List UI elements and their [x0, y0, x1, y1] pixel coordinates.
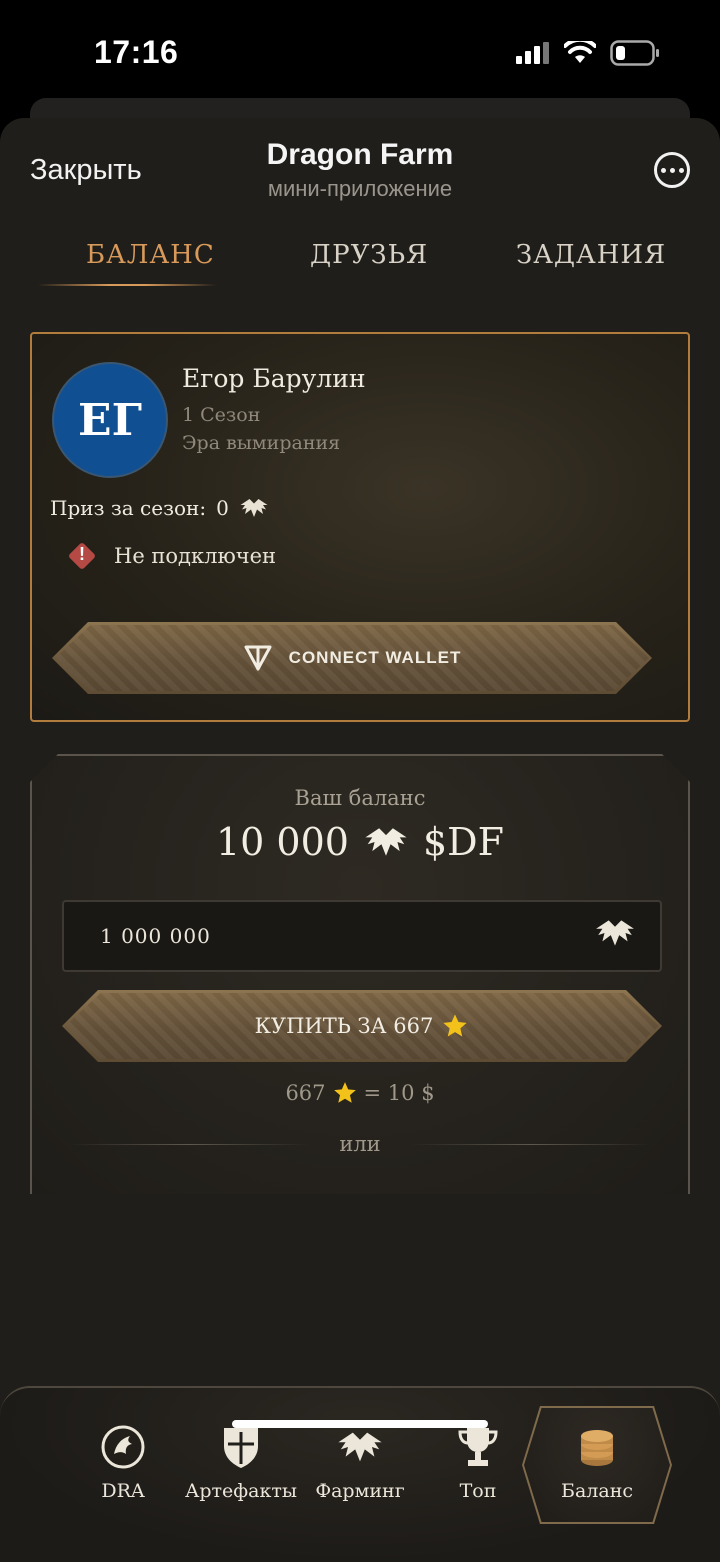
nav-label-artifacts: Артефакты	[184, 1480, 297, 1502]
nav-label-dra: DRA	[101, 1480, 145, 1502]
dragon-wings-icon	[365, 828, 407, 856]
nav-item-dra[interactable]: DRA	[58, 1424, 188, 1502]
nav-label-farming: Фарминг	[315, 1480, 405, 1502]
home-indicator[interactable]	[232, 1420, 488, 1428]
exchange-rate: 667 = 10 $	[32, 1080, 688, 1106]
amount-input[interactable]: 1 000 000	[62, 900, 662, 972]
dragon-coin-icon	[101, 1425, 145, 1469]
connect-wallet-label: CONNECT WALLET	[288, 648, 462, 667]
dragon-wings-icon	[338, 1432, 382, 1462]
star-icon	[443, 1014, 467, 1037]
user-name: Егор Барулин	[182, 364, 366, 393]
nav-item-artifacts[interactable]: Артефакты	[176, 1424, 306, 1502]
battery-icon	[610, 40, 659, 66]
mini-app-sheet: Закрыть Dragon Farm мини-приложение БАЛА…	[0, 118, 720, 1562]
avatar: ЕГ	[52, 362, 168, 478]
app-subtitle: мини-приложение	[267, 176, 453, 201]
active-tab-indicator	[38, 284, 216, 286]
era-label: Эра вымирания	[182, 432, 341, 454]
warning-icon: !	[68, 542, 96, 570]
balance-label: Ваш баланс	[294, 786, 426, 810]
coin-stack-icon	[581, 1430, 613, 1466]
app-title: Dragon Farm	[266, 138, 454, 171]
or-divider: или	[32, 1132, 688, 1156]
rate-stars: 667	[285, 1081, 326, 1105]
prize-value: 0	[216, 496, 229, 520]
rate-usd: = 10 $	[363, 1081, 435, 1105]
dot-icon	[660, 167, 666, 173]
dragon-wings-icon	[596, 920, 634, 946]
status-bar: 17:16	[0, 0, 720, 100]
nav-item-balance[interactable]: Баланс	[532, 1424, 662, 1502]
status-icons	[516, 40, 660, 66]
buy-button-content: КУПИТЬ ЗА 667	[255, 1012, 470, 1040]
wifi-icon	[564, 41, 596, 63]
buy-button-label: КУПИТЬ ЗА 667	[254, 1014, 434, 1038]
balance-amount: 10 000	[216, 820, 349, 864]
dot-icon	[678, 167, 684, 173]
tab-friends[interactable]: ДРУЗЬЯ	[310, 240, 428, 270]
amount-input-value: 1 000 000	[100, 924, 211, 948]
wallet-status-text: Не подключен	[114, 544, 277, 568]
ton-icon	[244, 645, 272, 671]
clock: 17:16	[94, 34, 179, 70]
balance-currency: $DF	[422, 820, 504, 864]
balance-value-row: 10 000 $DF	[32, 820, 688, 864]
profile-card: ЕГ Егор Барулин 1 Сезон Эра вымирания Пр…	[30, 332, 690, 722]
prize-label: Приз за сезон:	[50, 496, 207, 520]
dot-icon	[669, 167, 675, 173]
bottom-navigation: DRA Артефакты Фарминг Топ Баланс	[0, 1386, 720, 1562]
season-prize: Приз за сезон: 0	[50, 496, 269, 520]
trophy-icon	[458, 1428, 498, 1466]
cellular-signal-icon	[516, 42, 549, 64]
nav-item-farming[interactable]: Фарминг	[295, 1424, 425, 1502]
dragon-wings-icon	[240, 499, 268, 517]
season-label: 1 Сезон	[182, 404, 261, 426]
nav-label-top: Топ	[459, 1480, 497, 1502]
or-label: или	[339, 1132, 381, 1156]
star-icon	[333, 1082, 356, 1103]
wallet-status: ! Не подключен	[68, 542, 276, 570]
tab-balance[interactable]: БАЛАНС	[86, 240, 215, 270]
nav-item-top[interactable]: Топ	[413, 1424, 543, 1502]
nav-label-balance: Баланс	[561, 1480, 633, 1502]
shield-icon	[224, 1428, 258, 1468]
connect-wallet-button[interactable]: CONNECT WALLET	[52, 622, 652, 694]
divider-line	[69, 1143, 310, 1145]
divider-line	[410, 1143, 651, 1145]
tab-tasks[interactable]: ЗАДАНИЯ	[516, 240, 666, 270]
buy-button[interactable]: КУПИТЬ ЗА 667	[62, 990, 662, 1062]
more-options-button[interactable]	[654, 152, 690, 188]
balance-card: Ваш баланс 10 000 $DF 1 000 000 КУПИТЬ З…	[30, 754, 690, 1194]
